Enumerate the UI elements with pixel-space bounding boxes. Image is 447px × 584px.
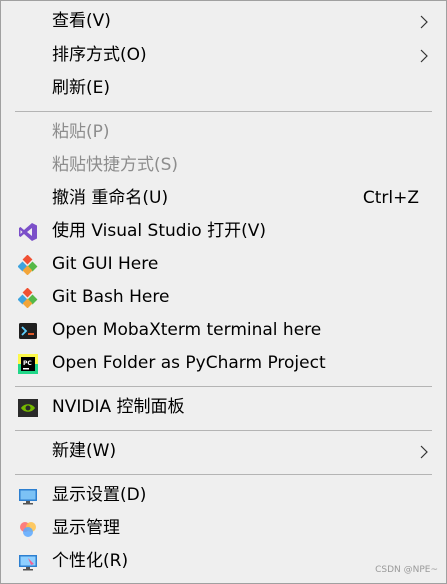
menu-item-new[interactable]: 新建(W) <box>1 435 446 468</box>
chevron-right-icon <box>420 15 428 29</box>
watermark-text: CSDN @NPE~ <box>375 565 438 575</box>
pycharm-icon: PC <box>18 354 38 374</box>
menu-item-label: 显示设置(D) <box>52 485 147 505</box>
visual-studio-icon <box>19 223 37 241</box>
menu-item-label: 粘贴快捷方式(S) <box>52 155 179 175</box>
context-menu: 查看(V) 排序方式(O) 刷新(E) 粘贴(P) 粘贴快捷方式(S) 撤消 重… <box>0 0 447 584</box>
separator <box>15 474 432 475</box>
menu-item-label: 排序方式(O) <box>52 45 147 65</box>
mobaxterm-icon <box>19 323 37 339</box>
menu-item-label: Git GUI Here <box>52 254 159 274</box>
menu-item-undo-rename[interactable]: 撤消 重命名(U) Ctrl+Z <box>1 182 446 215</box>
menu-item-mobaxterm[interactable]: Open MobaXterm terminal here <box>1 314 446 347</box>
chevron-right-icon <box>420 445 428 459</box>
separator <box>15 386 432 387</box>
menu-item-label: 刷新(E) <box>52 78 111 98</box>
menu-item-label: Git Bash Here <box>52 287 170 307</box>
menu-item-sort-by[interactable]: 排序方式(O) <box>1 39 446 72</box>
menu-item-display-settings[interactable]: 显示设置(D) <box>1 479 446 512</box>
git-icon <box>18 288 38 308</box>
menu-item-label: 新建(W) <box>52 441 117 461</box>
svg-text:PC: PC <box>23 360 32 367</box>
menu-item-label: NVIDIA 控制面板 <box>52 397 185 417</box>
menu-item-label: 显示管理 <box>52 518 120 538</box>
menu-item-label: 个性化(R) <box>52 551 129 571</box>
menu-item-label: 使用 Visual Studio 打开(V) <box>52 221 267 241</box>
personalize-icon <box>19 555 37 571</box>
menu-item-pycharm[interactable]: PC Open Folder as PyCharm Project <box>1 347 446 380</box>
menu-item-label: 粘贴(P) <box>52 122 110 142</box>
separator <box>15 430 432 431</box>
menu-item-label: Open Folder as PyCharm Project <box>52 353 326 373</box>
menu-item-paste-shortcut: 粘贴快捷方式(S) <box>1 149 446 182</box>
separator <box>15 111 432 112</box>
git-icon <box>18 255 38 275</box>
menu-item-git-bash[interactable]: Git Bash Here <box>1 281 446 314</box>
menu-item-view[interactable]: 查看(V) <box>1 5 446 38</box>
display-manager-icon <box>20 522 36 537</box>
menu-item-label: Open MobaXterm terminal here <box>52 320 322 340</box>
menu-item-display-manager[interactable]: 显示管理 <box>1 512 446 545</box>
display-settings-icon <box>19 489 37 505</box>
menu-item-git-gui[interactable]: Git GUI Here <box>1 248 446 281</box>
menu-item-label: 查看(V) <box>52 11 111 31</box>
menu-item-open-visual-studio[interactable]: 使用 Visual Studio 打开(V) <box>1 215 446 248</box>
chevron-right-icon <box>420 49 428 63</box>
menu-item-refresh[interactable]: 刷新(E) <box>1 72 446 105</box>
nvidia-icon <box>18 399 38 417</box>
menu-item-nvidia-control-panel[interactable]: NVIDIA 控制面板 <box>1 391 446 424</box>
menu-item-paste: 粘贴(P) <box>1 116 446 149</box>
shortcut-text: Ctrl+Z <box>362 188 419 208</box>
menu-item-label: 撤消 重命名(U) <box>52 188 169 208</box>
